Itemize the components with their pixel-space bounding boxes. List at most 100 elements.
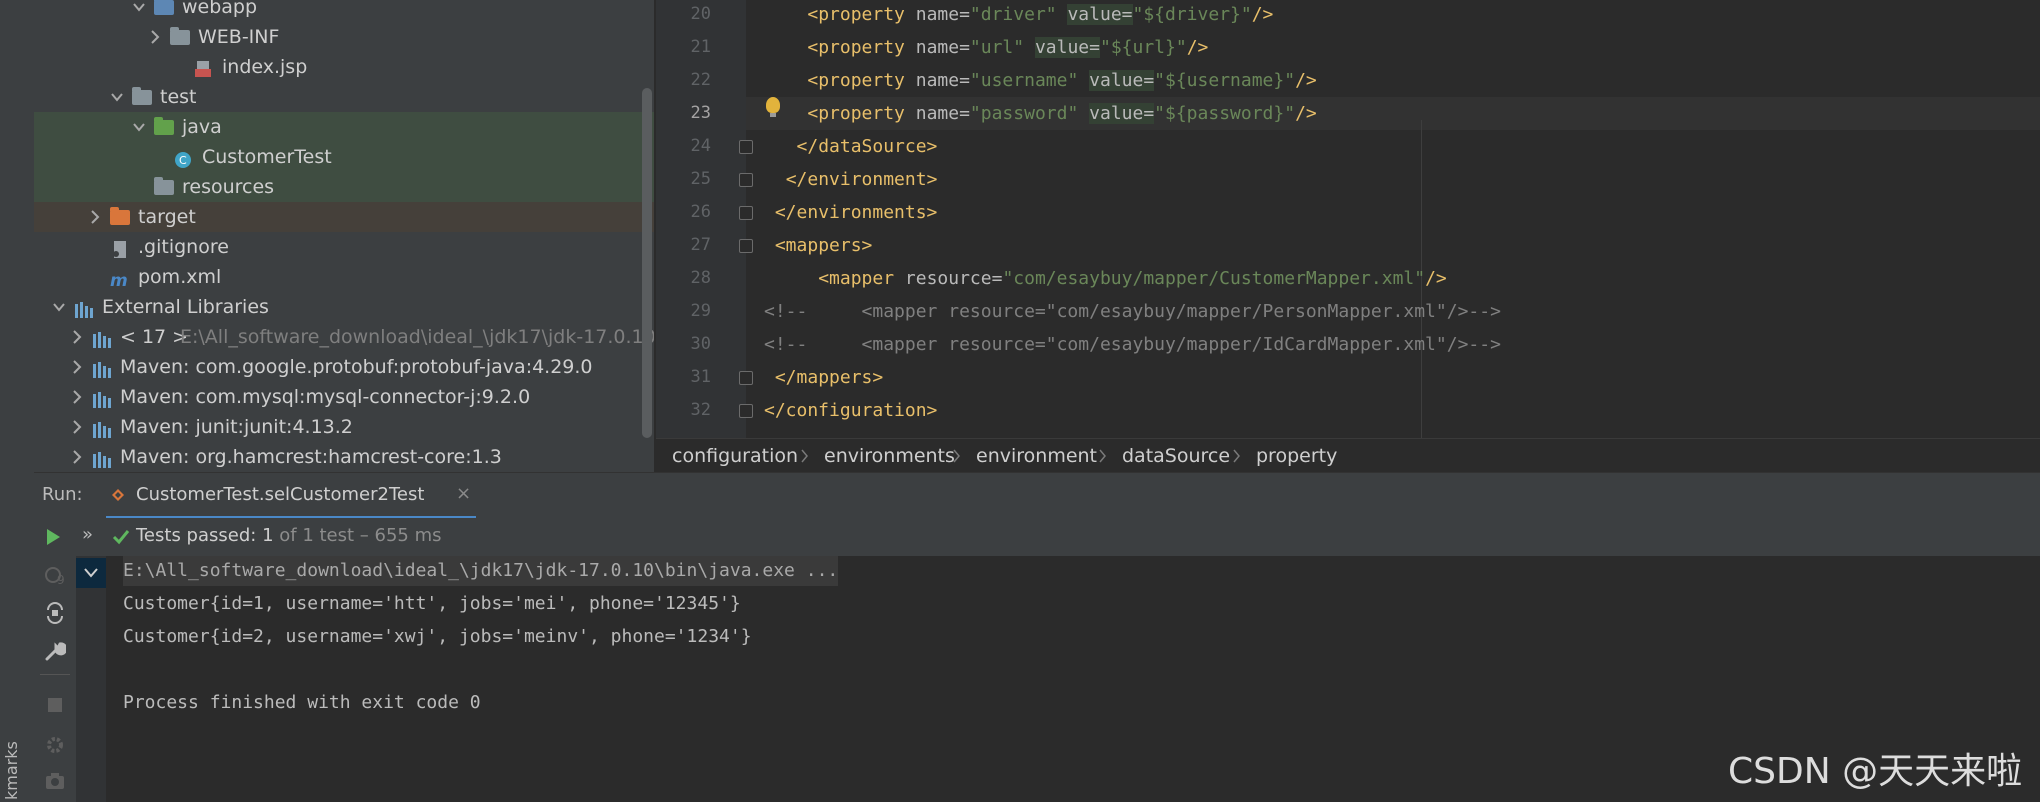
code-token: </mappers>	[774, 367, 884, 388]
tree-item-label: < 17 >	[120, 326, 189, 348]
tree-item[interactable]: Maven: org.hamcrest:hamcrest-core:1.3	[34, 442, 654, 472]
stop-icon[interactable]	[46, 696, 64, 714]
chevron-right-icon[interactable]	[68, 442, 86, 472]
line-number[interactable]: 25	[656, 169, 711, 189]
line-number[interactable]: 31	[656, 367, 711, 387]
test-status-bar: » Tests passed: 1 of 1 test – 655 ms	[34, 518, 2040, 557]
camera-icon[interactable]	[44, 770, 66, 792]
tree-item-label: CustomerTest	[202, 146, 332, 168]
status-count: 1	[262, 525, 274, 546]
test-root-node[interactable]	[76, 558, 106, 588]
tree-item-label: Maven: junit:junit:4.13.2	[120, 416, 353, 438]
code-token: value=	[1067, 4, 1133, 25]
run-tab[interactable]: CustomerTest.selCustomer2Test ×	[106, 473, 476, 519]
tree-item[interactable]: test	[34, 82, 654, 112]
breadcrumb-item[interactable]: environments	[824, 439, 955, 473]
tree-item[interactable]: < 17 > E:\All_software_download\ideal_\jd…	[34, 322, 654, 352]
line-number[interactable]: 24	[656, 136, 711, 156]
tree-item-label: webapp	[182, 0, 258, 18]
line-number[interactable]: 30	[656, 334, 711, 354]
tree-item[interactable]: index.jsp	[34, 52, 654, 82]
code-token: "com/esaybuy/mapper/CustomerMapper.xml"	[1002, 268, 1426, 289]
tree-item[interactable]: External Libraries	[34, 292, 654, 322]
fold-marker-icon[interactable]	[739, 371, 753, 385]
code-line: </mappers>	[764, 361, 2040, 394]
line-number[interactable]: 22	[656, 70, 711, 90]
line-number[interactable]: 32	[656, 400, 711, 420]
console-line: Customer{id=2, username='xwj', jobs='mei…	[123, 626, 752, 647]
line-number[interactable]: 27	[656, 235, 711, 255]
tree-item[interactable]: resources	[34, 172, 654, 202]
tree-item[interactable]: C CustomerTest	[34, 142, 654, 172]
fold-marker-icon[interactable]	[739, 239, 753, 253]
line-number[interactable]: 26	[656, 202, 711, 222]
svg-text:C: C	[179, 154, 187, 167]
tree-item[interactable]: webapp	[34, 0, 654, 22]
code-token: "${password}"	[1154, 103, 1296, 124]
project-scrollbar[interactable]	[642, 88, 652, 438]
code-token: <property	[807, 70, 916, 91]
code-token: />	[1186, 37, 1209, 58]
tree-item-label: index.jsp	[222, 56, 308, 78]
close-icon[interactable]: ×	[456, 483, 471, 504]
line-number[interactable]: 29	[656, 301, 711, 321]
code-editor[interactable]: 20 21 22 23 24 25 26 27 28 29 30 31 32 <property nam…	[656, 0, 2040, 438]
settings-gear-icon[interactable]	[44, 734, 66, 756]
rerun-failed-icon[interactable]: 9	[44, 564, 66, 586]
wrench-icon[interactable]	[44, 640, 66, 662]
tree-item[interactable]: Maven: com.google.protobuf:protobuf-java…	[34, 352, 654, 382]
breadcrumb-item[interactable]: property	[1256, 439, 1337, 473]
breadcrumb-item[interactable]: dataSource	[1122, 439, 1230, 473]
line-number[interactable]: 23	[656, 103, 711, 123]
tree-item[interactable]: .gitignore	[34, 232, 654, 262]
webapp-folder-icon	[154, 0, 174, 16]
code-token: resource=	[904, 268, 1003, 289]
tree-item[interactable]: m pom.xml	[34, 262, 654, 292]
tree-item-label: .gitignore	[138, 236, 229, 258]
code-token: </environment>	[785, 169, 938, 190]
tree-item[interactable]: WEB-INF	[34, 22, 654, 52]
rerun-play-icon[interactable]	[44, 528, 62, 546]
tree-item[interactable]: target	[34, 202, 654, 232]
test-run-icon	[112, 489, 124, 501]
tree-item[interactable]: java	[34, 112, 654, 142]
fold-marker-icon[interactable]	[739, 140, 753, 154]
code-token: value=	[1089, 70, 1155, 91]
code-token: "${username}"	[1154, 70, 1296, 91]
code-token: <mappers>	[774, 235, 873, 256]
code-token: name=	[915, 103, 970, 124]
line-number[interactable]: 21	[656, 37, 711, 57]
code-line: <!-- <mapper resource="com/esaybuy/mappe…	[764, 328, 2040, 361]
tree-item[interactable]: Maven: junit:junit:4.13.2	[34, 412, 654, 442]
breadcrumb-item[interactable]: environment	[976, 439, 1097, 473]
project-tree: webapp WEB-INF index.jsp test java C CustomerT…	[34, 0, 654, 472]
jsp-file-icon	[194, 58, 214, 77]
fold-marker-icon[interactable]	[739, 173, 753, 187]
code-line: </configuration>	[764, 394, 2040, 427]
code-token: <mapper	[818, 268, 905, 289]
tree-item[interactable]: Maven: com.mysql:mysql-connector-j:9.2.0	[34, 382, 654, 412]
code-line: <mappers>	[764, 229, 2040, 262]
breadcrumb-item[interactable]: configuration	[672, 439, 798, 473]
code-token: "url"	[969, 37, 1035, 58]
test-status-text: Tests passed: 1 of 1 test – 655 ms	[136, 525, 442, 546]
bookmarks-tab[interactable]: kmarks	[2, 741, 21, 800]
fold-marker-icon[interactable]	[739, 404, 753, 418]
code-token: <!-- <mapper resource="com/esaybuy/mappe…	[764, 334, 1501, 355]
excluded-folder-icon	[110, 207, 130, 226]
code-token: </configuration>	[764, 400, 938, 421]
line-number[interactable]: 20	[656, 4, 711, 24]
code-token: name=	[915, 4, 970, 25]
expand-icon[interactable]: »	[82, 524, 93, 545]
line-number[interactable]: 28	[656, 268, 711, 288]
code-token: name=	[915, 37, 970, 58]
toggle-autotest-icon[interactable]	[44, 602, 66, 624]
fold-marker-icon[interactable]	[739, 206, 753, 220]
